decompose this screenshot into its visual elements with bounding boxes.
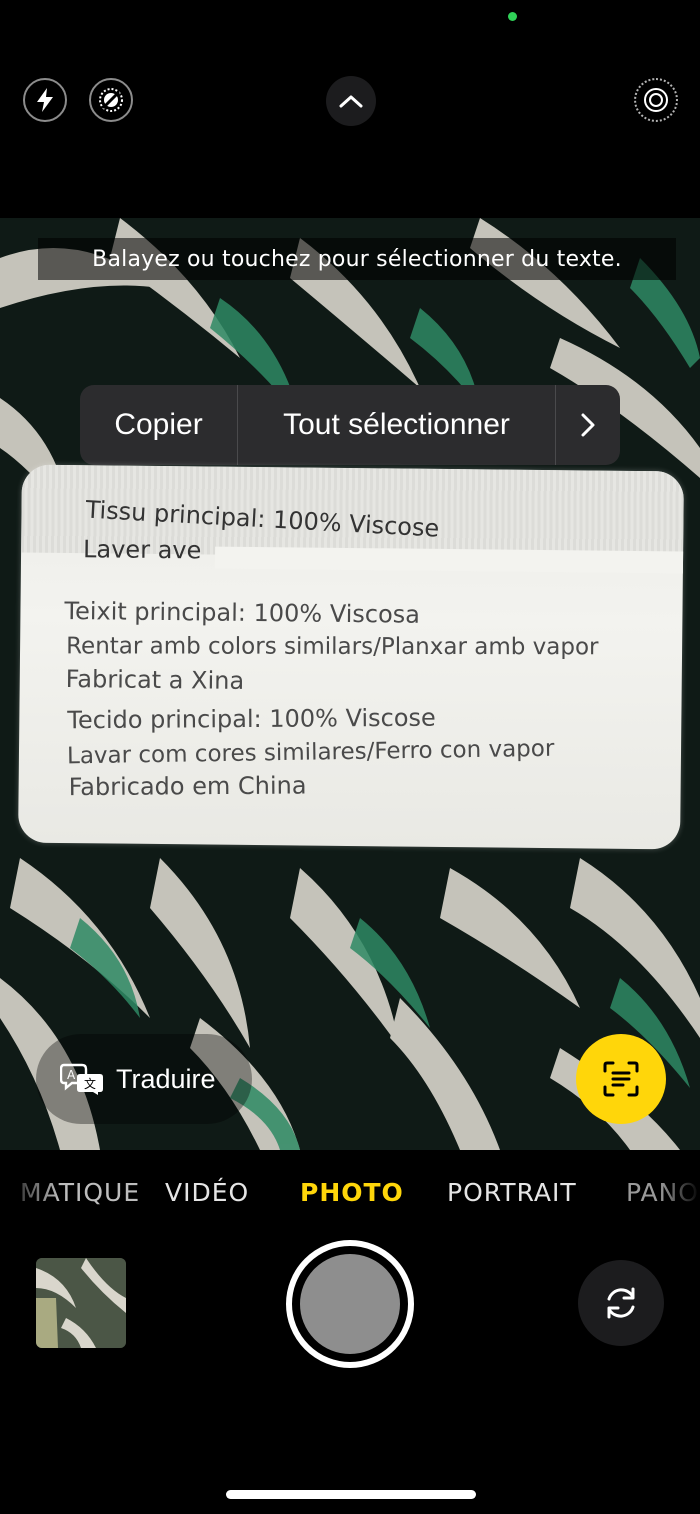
live-text-button[interactable]: [576, 1034, 666, 1124]
translate-icon: A 文: [60, 1063, 103, 1095]
thumbnail-image: [36, 1258, 126, 1348]
expand-controls-button[interactable]: [326, 76, 376, 126]
live-photo-button[interactable]: [89, 78, 133, 122]
copy-button[interactable]: Copier: [80, 385, 238, 465]
hint-text: Balayez ou touchez pour sélectionner du …: [92, 246, 622, 272]
label-line[interactable]: Fabricado em China: [69, 771, 307, 801]
translate-label: Traduire: [116, 1063, 216, 1094]
mode-photo[interactable]: PHOTO: [300, 1178, 404, 1207]
flip-camera-icon: [607, 1287, 635, 1319]
live-photo-icon: [99, 88, 123, 112]
mode-fade: [660, 1170, 700, 1220]
svg-text:文: 文: [84, 1076, 96, 1091]
label-line[interactable]: Laver ave: [83, 535, 202, 564]
shutter-inner: [297, 1251, 403, 1357]
mode-portrait[interactable]: PORTRAIT: [447, 1178, 577, 1207]
mode-video[interactable]: VIDÉO: [165, 1178, 249, 1207]
label-line[interactable]: Lavar com cores similares/Ferro con vapo…: [67, 736, 555, 770]
text-edit-menu: Copier Tout sélectionner: [80, 385, 620, 465]
shutter-button[interactable]: [286, 1240, 414, 1368]
mode-fade: [0, 1170, 60, 1220]
select-all-button[interactable]: Tout sélectionner: [238, 385, 556, 465]
live-settings-button[interactable]: [634, 78, 678, 122]
translate-button[interactable]: A 文 Traduire: [36, 1034, 252, 1124]
flip-camera-button[interactable]: [578, 1260, 664, 1346]
chevron-right-icon: [581, 413, 595, 437]
bolt-icon: [37, 88, 53, 112]
label-line[interactable]: Teixit principal: 100% Viscosa: [64, 597, 420, 629]
more-options-button[interactable]: [556, 385, 620, 465]
chevron-up-icon: [339, 95, 363, 108]
home-indicator[interactable]: [226, 1490, 476, 1499]
svg-text:A: A: [67, 1068, 76, 1082]
live-target-icon: [644, 88, 668, 112]
camera-in-use-indicator: [508, 12, 517, 21]
last-photo-thumbnail[interactable]: [36, 1258, 126, 1348]
label-line[interactable]: Fabricat a Xina: [66, 665, 245, 695]
label-line[interactable]: Rentar amb colors similars/Planxar amb v…: [66, 633, 598, 660]
label-edge: [214, 546, 684, 574]
camera-mode-picker[interactable]: MATIQUE VIDÉO PHOTO PORTRAIT PANO: [0, 1172, 700, 1216]
detected-text-label[interactable]: Tissu principal: 100% Viscose Laver ave …: [18, 464, 684, 850]
label-line[interactable]: Tecido principal: 100% Viscose: [67, 704, 436, 735]
live-text-icon: [603, 1061, 639, 1097]
text-selection-hint: Balayez ou touchez pour sélectionner du …: [38, 238, 676, 280]
flash-button[interactable]: [23, 78, 67, 122]
